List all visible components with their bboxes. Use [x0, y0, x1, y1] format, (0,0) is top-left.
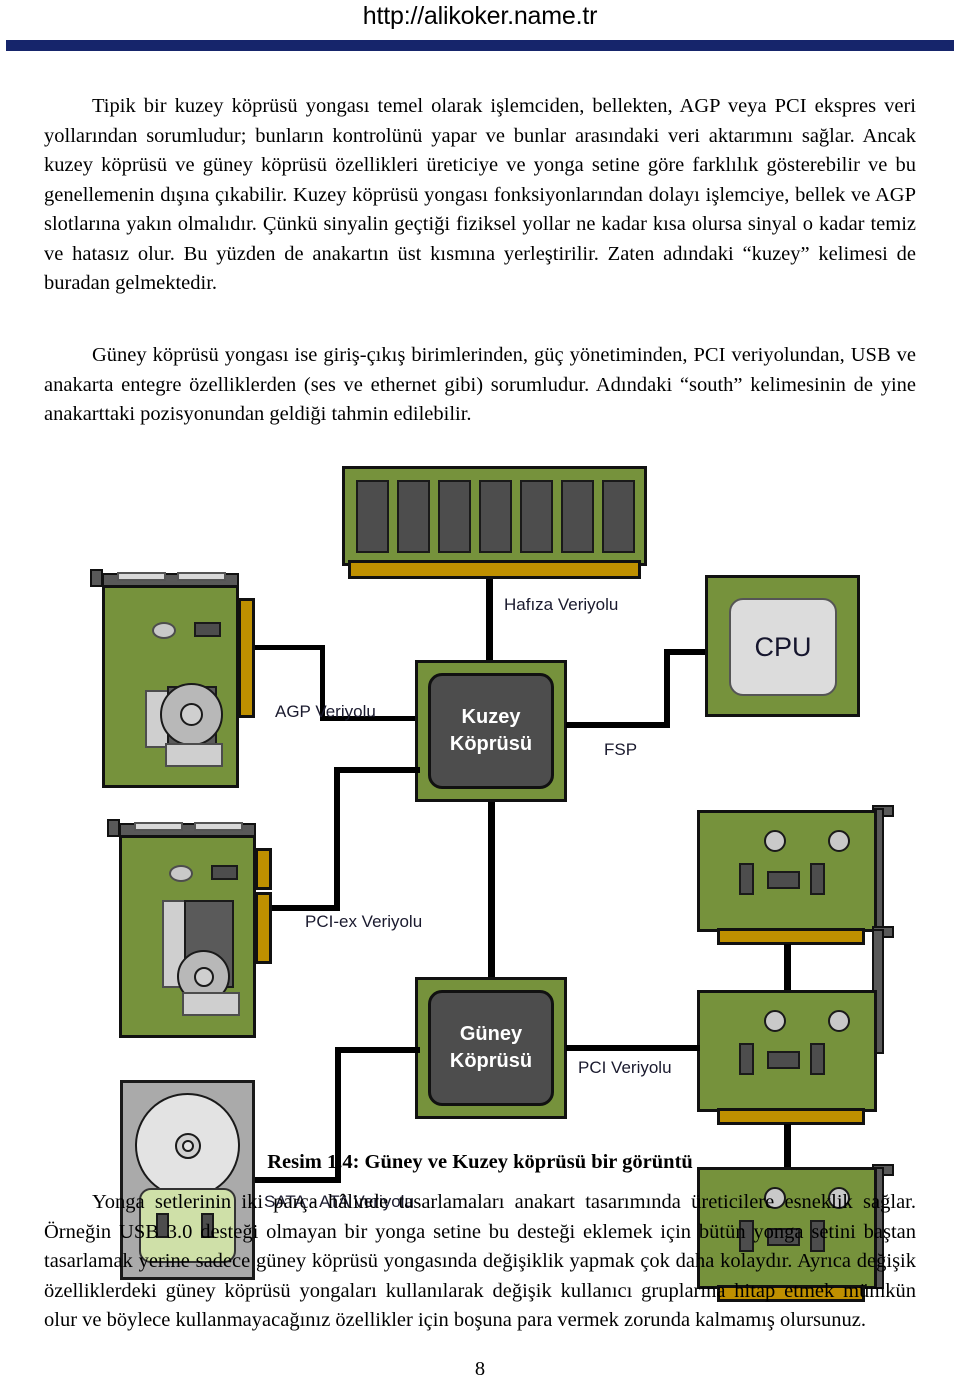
fsp-bus-wire-v — [664, 649, 670, 728]
memory-chip — [397, 480, 430, 553]
paragraph-north-bridge: Tipik bir kuzey köprüsü yongası temel ol… — [44, 92, 916, 299]
sata-bus-wire-h2 — [335, 1047, 420, 1053]
pcie-bus-wire-h1 — [272, 905, 340, 911]
pci-card-2-gold-edge — [717, 1108, 865, 1125]
pci-card-1-chip-center — [767, 871, 800, 889]
agp-card-fan-hub — [180, 703, 203, 726]
header-divider-rule — [6, 40, 954, 51]
agp-card-port-a — [117, 572, 166, 581]
pci-card-2-chip-left — [739, 1043, 754, 1075]
memory-chip — [356, 480, 389, 553]
pci-card-2-capacitor-b — [828, 1010, 850, 1032]
memory-chip — [438, 480, 471, 553]
paragraph-1-text: Tipik bir kuzey köprüsü yongası temel ol… — [44, 95, 916, 294]
north-bridge-chip: Kuzey Köprüsü — [428, 673, 554, 789]
paragraph-chipset-flexibility: Yonga setlerinin iki parça hâlinde tasar… — [44, 1188, 916, 1336]
pci-card-1-gold-edge — [717, 928, 865, 945]
pcie-card-port-b — [194, 822, 243, 831]
memory-chip — [520, 480, 553, 553]
pcie-card-fan-hub — [194, 967, 214, 987]
pci-card-2-chip-right — [810, 1043, 825, 1075]
chipset-block-diagram: Hafıza Veriyolu AGP Veriyolu Kuzey Köprü… — [60, 450, 940, 1302]
paragraph-3-text: Yonga setlerinin iki parça hâlinde tasar… — [44, 1191, 916, 1331]
agp-card-gold-edge — [238, 598, 255, 718]
fsp-bus-wire-h1 — [566, 722, 670, 728]
pci-card-2-chip-center — [767, 1051, 800, 1069]
south-bridge-chip: Güney Köprüsü — [428, 990, 554, 1106]
cpu-package: CPU — [705, 575, 860, 717]
fsp-bus-label: FSP — [604, 740, 638, 759]
memory-chip — [479, 480, 512, 553]
pci-card-1-chip-left — [739, 863, 754, 895]
paragraph-2-text: Güney köprüsü yongası ise giriş-çıkış bi… — [44, 344, 916, 425]
paragraph-south-bridge: Güney köprüsü yongası ise giriş-çıkış bi… — [44, 341, 916, 430]
cpu-label: CPU — [754, 631, 812, 662]
pci-card-2-capacitor-a — [764, 1010, 786, 1032]
pci-bus-wire — [566, 1045, 700, 1051]
memory-chip — [602, 480, 635, 553]
memory-module-pcb — [342, 466, 647, 566]
agp-bus-label: AGP Veriyolu — [275, 702, 376, 721]
pci-card-1-capacitor-a — [764, 830, 786, 852]
memory-bus-wire — [486, 579, 493, 662]
pcie-card-gold-edge-upper — [255, 848, 272, 890]
south-bridge-label-line1: Güney — [459, 1023, 523, 1045]
pcie-card-port-a — [134, 822, 183, 831]
pci-card-2-pcb — [697, 990, 877, 1112]
memory-gold-contacts — [348, 560, 641, 579]
bridge-interconnect-wire — [488, 802, 495, 978]
north-bridge-label-line1: Kuzey — [461, 706, 521, 728]
memory-bus-label: Hafıza Veriyolu — [504, 595, 619, 614]
memory-chip — [561, 480, 594, 553]
site-url-header: http://alikoker.name.tr — [362, 2, 598, 30]
figure-caption: Resim 1.4: Güney ve Kuzey köprüsü bir gö… — [267, 1151, 693, 1173]
agp-card-port-b — [177, 572, 226, 581]
pcie-card-connector-block — [182, 992, 240, 1016]
pcie-card-gold-edge-lower — [255, 892, 272, 964]
document-page: http://alikoker.name.tr Tipik bir kuzey … — [0, 0, 960, 1388]
pci-card-1-chip-right — [810, 863, 825, 895]
pcie-bus-label: PCI-ex Veriyolu — [305, 912, 423, 931]
pcie-bus-wire-v — [334, 767, 340, 911]
pci-bus-label: PCI Veriyolu — [578, 1058, 672, 1077]
pci-card-1-capacitor-b — [828, 830, 850, 852]
agp-card-capacitor — [152, 622, 176, 639]
cpu-die: CPU — [729, 598, 837, 696]
south-bridge-label-line2: Köprüsü — [449, 1050, 533, 1072]
pci-card-1-pcb — [697, 810, 877, 932]
fsp-bus-wire-h2 — [664, 649, 705, 655]
agp-graphics-card-pcb — [102, 585, 239, 788]
agp-card-small-chip — [194, 622, 221, 637]
pcie-expansion-card-pcb — [119, 835, 256, 1038]
pci-card-1-to-2-wire — [784, 944, 791, 992]
agp-bus-wire-h1 — [255, 645, 325, 650]
pcie-card-small-chip — [211, 865, 238, 880]
pcie-bus-wire-h2 — [334, 767, 420, 773]
page-number: 8 — [474, 1358, 486, 1380]
agp-card-connector-block — [165, 743, 223, 767]
north-bridge-label-line2: Köprüsü — [449, 733, 533, 755]
pcie-card-capacitor — [169, 865, 193, 882]
sata-bus-wire-h1 — [255, 1177, 341, 1183]
